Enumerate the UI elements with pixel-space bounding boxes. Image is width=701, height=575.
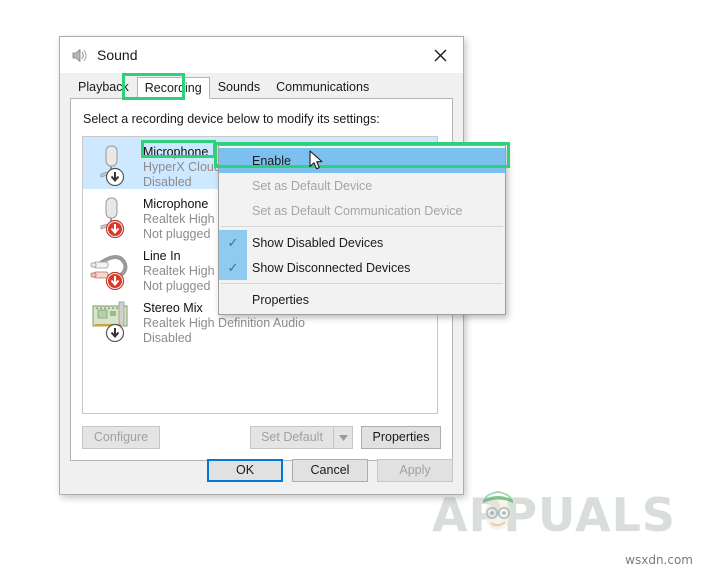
close-icon: [434, 49, 447, 61]
tab-communications[interactable]: Communications: [268, 76, 377, 98]
checkmark-icon: ✓: [219, 255, 247, 280]
device-name: Microphone: [143, 197, 209, 211]
set-default-button[interactable]: Set Default: [250, 426, 333, 449]
set-default-split-button[interactable]: Set Default: [250, 426, 353, 449]
device-status: Disabled: [143, 175, 192, 189]
menu-item-set-as-default-communication-device[interactable]: Set as Default Communication Device: [219, 198, 505, 223]
menu-item-properties[interactable]: Properties: [219, 287, 505, 312]
tab-strip: Playback Recording Sounds Communications: [70, 73, 453, 100]
dialog-footer: OK Cancel Apply: [207, 459, 453, 482]
apply-button[interactable]: Apply: [377, 459, 453, 482]
line-in-icon: [90, 255, 128, 290]
device-name: Line In: [143, 249, 181, 263]
chevron-down-icon: [338, 434, 348, 441]
device-text-block: Microphone HyperX Cloud Disabled: [143, 142, 221, 190]
appuals-mascot-icon: [483, 491, 513, 530]
menu-item-label: Enable: [252, 153, 291, 168]
device-status: Not plugged: [143, 227, 211, 241]
menu-separator: [221, 226, 503, 227]
menu-check-slot: [219, 148, 247, 173]
microphone-icon: [100, 197, 125, 238]
menu-item-label: Properties: [252, 292, 309, 307]
device-context-menu: Enable Set as Default Device Set as Defa…: [218, 145, 506, 315]
menu-item-label: Set as Default Device: [252, 178, 373, 193]
menu-item-label: Show Disconnected Devices: [252, 260, 411, 275]
properties-button[interactable]: Properties: [361, 426, 441, 449]
menu-item-label: Set as Default Communication Device: [252, 203, 463, 218]
close-button[interactable]: [418, 37, 463, 73]
checkmark-icon: ✓: [219, 230, 247, 255]
menu-separator: [221, 283, 503, 284]
cancel-button[interactable]: Cancel: [292, 459, 368, 482]
tab-sounds[interactable]: Sounds: [210, 76, 268, 98]
tab-playback[interactable]: Playback: [70, 76, 137, 98]
device-driver: Realtek High: [143, 264, 215, 278]
menu-item-set-as-default-device[interactable]: Set as Default Device: [219, 173, 505, 198]
menu-item-show-disconnected-devices[interactable]: ✓ Show Disconnected Devices: [219, 255, 505, 280]
device-driver: Realtek High Definition Audio: [143, 316, 305, 330]
device-status: Disabled: [143, 331, 192, 345]
menu-item-show-disabled-devices[interactable]: ✓ Show Disabled Devices: [219, 230, 505, 255]
microphone-icon: [100, 145, 125, 186]
appuals-watermark: APPUALS: [432, 488, 677, 542]
device-status: Not plugged: [143, 279, 211, 293]
tab-recording[interactable]: Recording: [136, 77, 210, 99]
device-text-block: Microphone Realtek High Not plugged: [143, 194, 215, 242]
menu-check-slot: [219, 287, 247, 312]
source-watermark: wsxdn.com: [625, 553, 693, 567]
ok-button[interactable]: OK: [207, 459, 283, 482]
speaker-icon: [72, 48, 87, 62]
panel-button-row: Configure Set Default Properties: [82, 426, 441, 449]
dialog-title: Sound: [97, 47, 138, 63]
configure-button[interactable]: Configure: [82, 426, 160, 449]
device-name: Microphone: [143, 145, 209, 159]
device-driver: Realtek High: [143, 212, 215, 226]
instruction-text: Select a recording device below to modif…: [83, 112, 380, 126]
device-text-block: Line In Realtek High Not plugged: [143, 246, 215, 294]
sound-card-icon: [92, 301, 128, 342]
menu-item-label: Show Disabled Devices: [252, 235, 384, 250]
menu-item-enable[interactable]: Enable: [219, 148, 505, 173]
device-driver: HyperX Cloud: [143, 160, 221, 174]
set-default-dropdown-arrow-icon[interactable]: [333, 426, 353, 449]
menu-check-slot: [219, 198, 247, 223]
menu-check-slot: [219, 173, 247, 198]
dialog-titlebar: Sound: [60, 37, 463, 73]
